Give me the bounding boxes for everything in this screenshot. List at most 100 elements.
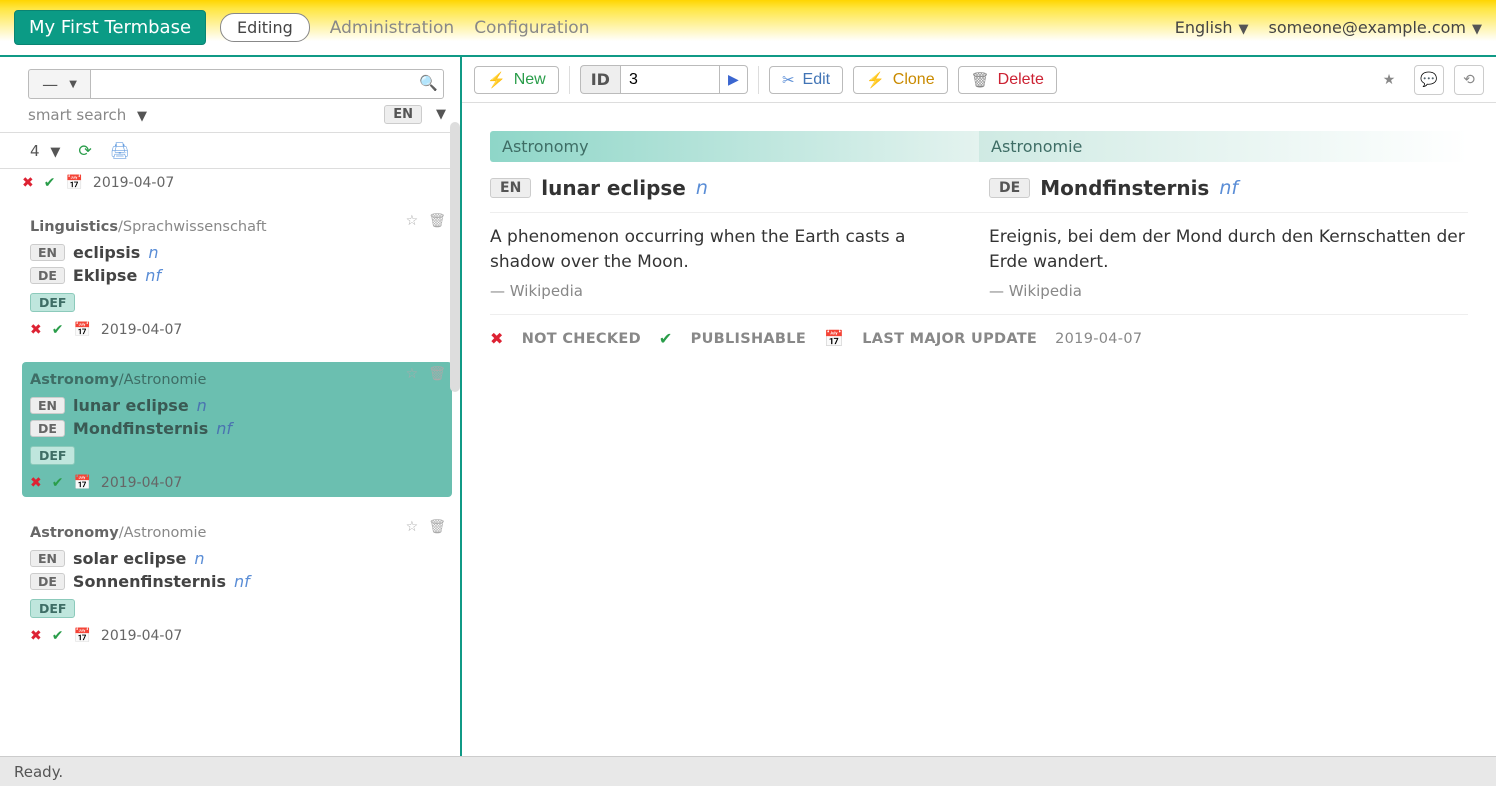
refresh-icon[interactable]: ⟳ xyxy=(78,141,91,160)
def-badge: DEF xyxy=(30,599,75,618)
definition-en: A phenomenon occurring when the Earth ca… xyxy=(490,225,969,274)
status-date: 2019-04-07 xyxy=(1055,331,1142,347)
delete-button[interactable]: 🗑 Delete xyxy=(958,66,1057,94)
publishable-icon: ✔ xyxy=(52,475,64,491)
star-button[interactable]: ★ xyxy=(1374,65,1404,95)
left-panel: — ▼ 🔍 smart search ▼ EN ▼ 4 ▼ ⟳ 🖨 xyxy=(0,57,462,756)
play-icon: ▶ xyxy=(728,72,739,88)
status-bar-footer: Ready. xyxy=(0,756,1496,786)
headword-de: Mondfinsternis xyxy=(1040,176,1209,200)
source-en: — Wikipedia xyxy=(490,282,969,300)
topbar: My First Termbase Editing Administration… xyxy=(0,0,1496,57)
lang-tag: EN xyxy=(490,178,531,198)
search-input[interactable] xyxy=(90,69,444,99)
not-checked-icon: ✖ xyxy=(30,628,42,644)
lightning-icon: ⚡ xyxy=(487,71,506,89)
trash-icon[interactable]: 🗑 xyxy=(428,213,446,229)
clone-button[interactable]: ⚡ Clone xyxy=(853,66,948,94)
lang-tag: DE xyxy=(30,267,65,284)
not-checked-icon: ✖ xyxy=(30,322,42,338)
entry-date: 2019-04-07 xyxy=(93,175,174,191)
publishable-icon: ✔ xyxy=(44,175,56,191)
reload-button[interactable]: ⟲ xyxy=(1454,65,1484,95)
calendar-icon: 📅 xyxy=(824,329,844,348)
toolbar: ⚡ New ID ▶ ✂ Edit ⚡ Clone 🗑 Delete xyxy=(462,57,1496,103)
print-icon[interactable]: 🖨 xyxy=(110,141,130,160)
list-item[interactable]: ☆ 🗑 Linguistics/Sprachwissenschaft EN ec… xyxy=(22,209,452,344)
status-not-checked: NOT CHECKED xyxy=(522,331,641,347)
scrollbar[interactable] xyxy=(450,122,460,392)
status-last-update: LAST MAJOR UPDATE xyxy=(862,331,1037,347)
def-badge: DEF xyxy=(30,293,75,312)
grammar-tag: n xyxy=(194,549,204,568)
entry-date: 2019-04-07 xyxy=(101,628,182,644)
list-item[interactable]: ☆ 🗑 Astronomy/Astronomie EN lunar eclips… xyxy=(22,362,452,497)
def-badge: DEF xyxy=(30,446,75,465)
right-panel: ⚡ New ID ▶ ✂ Edit ⚡ Clone 🗑 Delete xyxy=(462,57,1496,756)
id-go-button[interactable]: ▶ xyxy=(720,65,748,94)
lang-tag: EN xyxy=(30,397,65,414)
domain-bar: Astronomy Astronomie xyxy=(490,131,1468,162)
grammar-tag: nf xyxy=(216,419,232,438)
result-count[interactable]: 4 ▼ xyxy=(30,142,60,160)
term-text: Eklipse xyxy=(73,266,137,285)
publishable-icon: ✔ xyxy=(52,628,64,644)
domain-en: Astronomy xyxy=(490,131,979,162)
tab-editing[interactable]: Editing xyxy=(220,13,310,42)
main: — ▼ 🔍 smart search ▼ EN ▼ 4 ▼ ⟳ 🖨 xyxy=(0,57,1496,756)
term-text: Mondfinsternis xyxy=(73,419,208,438)
lang-tag: DE xyxy=(989,178,1030,198)
star-icon[interactable]: ☆ xyxy=(406,213,419,229)
grammar-tag: n xyxy=(696,177,708,199)
source-de: — Wikipedia xyxy=(989,282,1468,300)
status-publishable: PUBLISHABLE xyxy=(691,331,806,347)
termbase-title[interactable]: My First Termbase xyxy=(14,10,206,45)
grammar-tag: nf xyxy=(234,572,250,591)
term-text: Sonnenfinsternis xyxy=(73,572,226,591)
smart-search-toggle[interactable]: smart search ▼ xyxy=(28,106,147,124)
grammar-tag: n xyxy=(148,243,158,262)
domain-en: Astronomy xyxy=(30,372,119,388)
language-filter[interactable]: EN xyxy=(384,105,422,124)
star-icon[interactable]: ☆ xyxy=(406,519,419,535)
calendar-icon: 📅 xyxy=(73,628,90,644)
lightning-icon: ⚡ xyxy=(866,71,885,89)
search-icon[interactable]: 🔍 xyxy=(419,74,438,92)
chevron-down-icon[interactable]: ▼ xyxy=(436,107,446,122)
publishable-icon: ✔ xyxy=(52,322,64,338)
id-input-group: ID ▶ xyxy=(580,65,748,94)
trash-icon[interactable]: 🗑 xyxy=(428,366,446,382)
chevron-down-icon: ▼ xyxy=(69,79,77,90)
not-checked-icon: ✖ xyxy=(490,329,504,348)
status-bar: ✖ NOT CHECKED ✔ PUBLISHABLE 📅 LAST MAJOR… xyxy=(490,329,1468,348)
status-text: Ready. xyxy=(14,763,63,781)
headword-en: lunar eclipse xyxy=(541,176,686,200)
grammar-tag: nf xyxy=(1219,177,1238,199)
domain-en: Astronomy xyxy=(30,525,119,541)
chevron-down-icon: ▼ xyxy=(1239,22,1249,37)
list-item[interactable]: ✖ ✔ 📅 2019-04-07 xyxy=(22,175,452,191)
domain-de: /Sprachwissenschaft xyxy=(118,219,267,235)
new-button[interactable]: ⚡ New xyxy=(474,66,559,94)
star-icon: ★ xyxy=(1383,72,1396,88)
lang-tag: EN xyxy=(30,244,65,261)
id-label: ID xyxy=(580,65,620,94)
tab-administration[interactable]: Administration xyxy=(330,18,454,38)
tab-configuration[interactable]: Configuration xyxy=(474,18,589,38)
reload-icon: ⟲ xyxy=(1463,72,1475,88)
star-icon[interactable]: ☆ xyxy=(406,366,419,382)
lang-tag: DE xyxy=(30,420,65,437)
list-item[interactable]: ☆ 🗑 Astronomy/Astronomie EN solar eclips… xyxy=(22,515,452,650)
user-menu[interactable]: someone@example.com▼ xyxy=(1269,18,1482,37)
comment-button[interactable]: 💬 xyxy=(1414,65,1444,95)
search-mode-select[interactable]: — ▼ xyxy=(28,69,90,99)
term-text: solar eclipse xyxy=(73,549,186,568)
trash-icon[interactable]: 🗑 xyxy=(428,519,446,535)
term-text: lunar eclipse xyxy=(73,396,189,415)
edit-button[interactable]: ✂ Edit xyxy=(769,66,843,94)
entry-date: 2019-04-07 xyxy=(101,322,182,338)
language-selector[interactable]: English▼ xyxy=(1175,18,1249,37)
chevron-down-icon: ▼ xyxy=(137,109,147,124)
scissors-icon: ✂ xyxy=(782,71,795,89)
id-input[interactable] xyxy=(620,65,720,94)
